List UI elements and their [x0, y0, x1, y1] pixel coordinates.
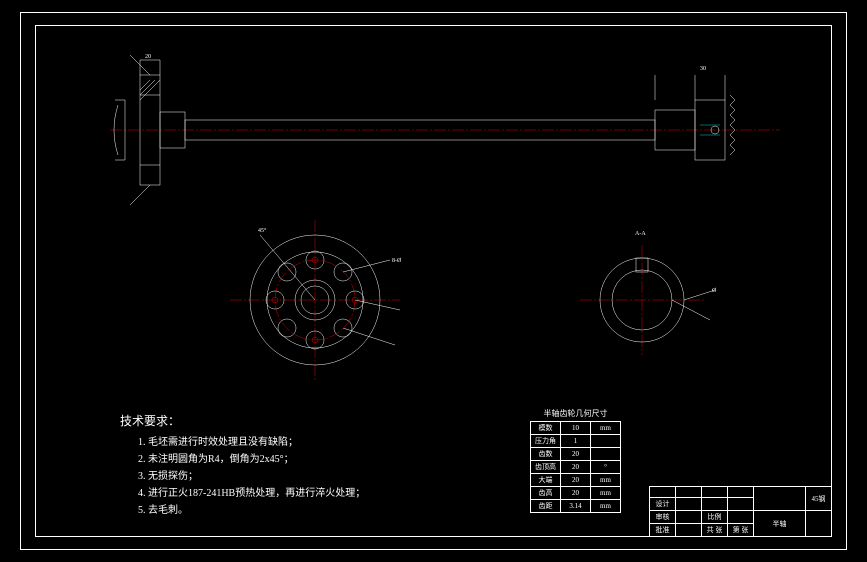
sheet-label: 第 张 — [728, 524, 754, 537]
check-label: 审核 — [650, 511, 676, 524]
material-cell: 45钢 — [806, 487, 832, 511]
design-label: 设计 — [650, 498, 676, 511]
tech-req-heading: 技术要求： — [120, 412, 365, 431]
table-row: 模数10mm — [531, 422, 621, 435]
tech-req-item: 毛坯需进行时效处理且没有缺陷； — [148, 435, 365, 451]
table-row: 齿数20 — [531, 448, 621, 461]
param-table-caption: 半轴齿轮几何尺寸 — [530, 408, 621, 419]
parameter-table: 半轴齿轮几何尺寸 模数10mm 压力角1 齿数20 齿顶高20° 大端20mm … — [530, 408, 621, 513]
table-row: 大端20mm — [531, 474, 621, 487]
qty-label: 共 张 — [702, 524, 728, 537]
section-view: A-A Ø — [580, 231, 717, 355]
svg-text:20: 20 — [145, 54, 151, 60]
table-row: 45钢 — [650, 487, 832, 498]
title-block: 45钢 设计 审核 比例 半轴 批准 共 张 第 张 — [649, 486, 832, 537]
part-name-cell: 半轴 — [754, 511, 806, 537]
table-row: 齿高20mm — [531, 487, 621, 500]
scale-label: 比例 — [702, 511, 728, 524]
table-row: 齿顶高20° — [531, 461, 621, 474]
approve-label: 批准 — [650, 524, 676, 537]
tech-req-item: 进行正火187-241HB预热处理，再进行淬火处理； — [148, 486, 365, 502]
tech-req-item: 未注明圆角为R4，倒角为2x45°； — [148, 452, 365, 468]
svg-text:8-Ø: 8-Ø — [392, 258, 402, 264]
table-row: 审核 比例 半轴 — [650, 511, 832, 524]
svg-text:30: 30 — [700, 66, 706, 72]
svg-text:45°: 45° — [258, 227, 267, 234]
section-label: A-A — [635, 231, 646, 237]
tech-req-item: 去毛刺。 — [148, 503, 365, 519]
shaft-elevation: 20 30 — [110, 54, 780, 205]
cad-viewport[interactable]: 20 30 — [0, 0, 867, 562]
flange-end-view: 8-Ø 45° — [230, 220, 402, 380]
tech-req-list: 毛坯需进行时效处理且没有缺陷； 未注明圆角为R4，倒角为2x45°； 无损探伤；… — [120, 435, 365, 519]
svg-text:Ø: Ø — [712, 288, 717, 294]
table-row: 压力角1 — [531, 435, 621, 448]
tech-req-item: 无损探伤； — [148, 469, 365, 485]
table-row: 齿距3.14mm — [531, 500, 621, 513]
technical-requirements: 技术要求： 毛坯需进行时效处理且没有缺陷； 未注明圆角为R4，倒角为2x45°；… — [120, 412, 365, 520]
